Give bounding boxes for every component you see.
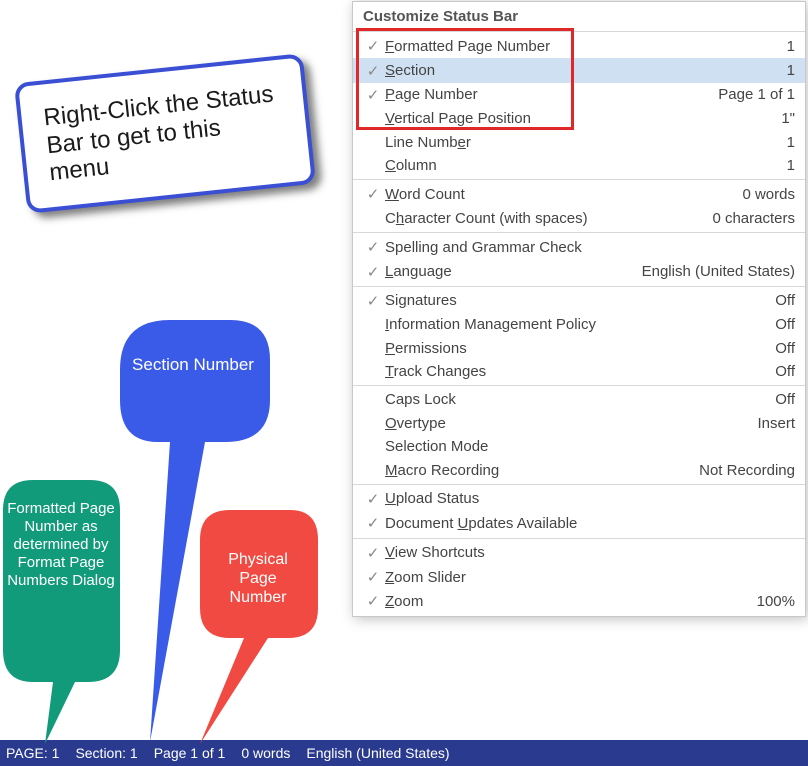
menu-item-value: Off (775, 363, 795, 380)
check-icon: ✓ (361, 37, 385, 55)
callout-section-number: Section Number (128, 355, 258, 375)
menu-item-label: Zoom (385, 593, 757, 610)
menu-item-label: Document Updates Available (385, 515, 795, 532)
menu-item[interactable]: Line Number1 (353, 131, 805, 154)
callout-physical-page-number: Physical Page Number (210, 550, 306, 608)
check-icon: ✓ (361, 238, 385, 256)
menu-item-label: View Shortcuts (385, 544, 795, 561)
menu-item[interactable]: Track ChangesOff (353, 360, 805, 383)
menu-item-value: 1 (787, 62, 795, 79)
menu-item-value: 0 words (742, 186, 795, 203)
menu-item-label: Word Count (385, 186, 742, 203)
menu-item-value: Off (775, 391, 795, 408)
status-bar: PAGE: 1 Section: 1 Page 1 of 1 0 words E… (0, 740, 808, 766)
check-icon: ✓ (361, 592, 385, 610)
menu-item[interactable]: ✓Upload Status (353, 487, 805, 511)
menu-item[interactable]: ✓LanguageEnglish (United States) (353, 259, 805, 283)
menu-item-label: Macro Recording (385, 462, 699, 479)
check-icon: ✓ (361, 292, 385, 310)
menu-item[interactable]: ✓Page NumberPage 1 of 1 (353, 83, 805, 107)
menu-item-value: Page 1 of 1 (718, 86, 795, 103)
menu-item-label: Character Count (with spaces) (385, 210, 712, 227)
menu-item[interactable]: Column1 (353, 154, 805, 177)
menu-item[interactable]: OvertypeInsert (353, 412, 805, 435)
status-words[interactable]: 0 words (241, 745, 290, 761)
menu-item-value: Off (775, 316, 795, 333)
menu-item-label: Zoom Slider (385, 569, 795, 586)
menu-item[interactable]: ✓Zoom Slider (353, 565, 805, 589)
menu-item[interactable]: ✓Zoom100% (353, 589, 805, 613)
menu-item-label: Information Management Policy (385, 316, 775, 333)
callout-formatted-page-number: Formatted Page Number as determined by F… (6, 500, 116, 590)
status-page[interactable]: PAGE: 1 (6, 745, 59, 761)
menu-item[interactable]: ✓SignaturesOff (353, 289, 805, 313)
menu-item[interactable]: Vertical Page Position1" (353, 107, 805, 130)
menu-item-value: English (United States) (642, 263, 795, 280)
menu-item-label: Track Changes (385, 363, 775, 380)
menu-item[interactable]: ✓Spelling and Grammar Check (353, 235, 805, 259)
menu-item-label: Spelling and Grammar Check (385, 239, 795, 256)
menu-item-label: Formatted Page Number (385, 38, 787, 55)
menu-item[interactable]: ✓Document Updates Available (353, 511, 805, 535)
check-icon: ✓ (361, 568, 385, 586)
menu-item-value: 1 (787, 134, 795, 151)
menu-item-value: 1" (781, 110, 795, 127)
menu-item-label: Signatures (385, 292, 775, 309)
menu-item-value: 100% (757, 593, 795, 610)
menu-item[interactable]: ✓Word Count0 words (353, 182, 805, 206)
menu-item-value: 1 (787, 157, 795, 174)
check-icon: ✓ (361, 514, 385, 532)
menu-item-label: Selection Mode (385, 438, 795, 455)
menu-item-label: Vertical Page Position (385, 110, 781, 127)
customize-status-bar-menu: Customize Status Bar ✓Formatted Page Num… (352, 1, 806, 617)
menu-item-label: Page Number (385, 86, 718, 103)
status-pages[interactable]: Page 1 of 1 (154, 745, 226, 761)
menu-item[interactable]: Macro RecordingNot Recording (353, 458, 805, 481)
menu-item-label: Section (385, 62, 787, 79)
check-icon: ✓ (361, 62, 385, 80)
menu-item-label: Overtype (385, 415, 757, 432)
check-icon: ✓ (361, 263, 385, 281)
check-icon: ✓ (361, 490, 385, 508)
menu-item-value: Off (775, 292, 795, 309)
menu-item-label: Column (385, 157, 787, 174)
status-language[interactable]: English (United States) (306, 745, 449, 761)
menu-item-value: 0 characters (712, 210, 795, 227)
status-section[interactable]: Section: 1 (75, 745, 137, 761)
check-icon: ✓ (361, 185, 385, 203)
menu-item[interactable]: ✓View Shortcuts (353, 541, 805, 565)
menu-item-value: Not Recording (699, 462, 795, 479)
menu-item-label: Permissions (385, 340, 775, 357)
check-icon: ✓ (361, 86, 385, 104)
menu-item[interactable]: Caps LockOff (353, 388, 805, 411)
menu-header: Customize Status Bar (353, 2, 805, 31)
menu-item-value: 1 (787, 38, 795, 55)
menu-item[interactable]: ✓Section1 (353, 58, 805, 82)
menu-item[interactable]: PermissionsOff (353, 337, 805, 360)
instruction-callout: Right-Click the Status Bar to get to thi… (14, 53, 316, 213)
menu-item-label: Caps Lock (385, 391, 775, 408)
menu-item-value: Insert (757, 415, 795, 432)
menu-item[interactable]: Selection Mode (353, 435, 805, 458)
menu-item[interactable]: ✓Formatted Page Number1 (353, 34, 805, 58)
menu-item-label: Language (385, 263, 642, 280)
check-icon: ✓ (361, 544, 385, 562)
menu-item[interactable]: Character Count (with spaces)0 character… (353, 207, 805, 230)
menu-item-value: Off (775, 340, 795, 357)
menu-item-label: Line Number (385, 134, 787, 151)
menu-item[interactable]: Information Management PolicyOff (353, 313, 805, 336)
menu-item-label: Upload Status (385, 490, 795, 507)
